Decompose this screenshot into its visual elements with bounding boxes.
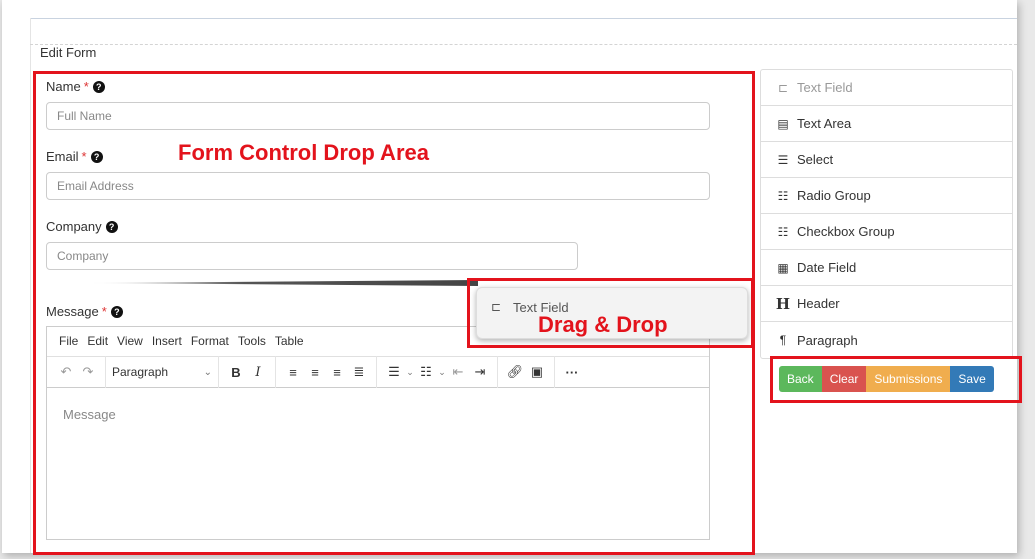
save-button[interactable]: Save [950,366,994,392]
menu-format[interactable]: Format [191,334,229,348]
block-format-select[interactable]: Paragraph ⌄ [112,359,212,385]
toolbar-divider [554,356,555,388]
palette-item-text-area[interactable]: ▤ Text Area [761,106,1012,142]
align-justify-icon[interactable]: ≣ [348,359,370,385]
email-label: Email * ? [46,149,103,164]
palette-item-header[interactable]: H Header [761,286,1012,322]
palette-item-label: Text Field [797,80,853,95]
undo-icon[interactable]: ↶ [55,359,77,385]
page-title: Edit Form [40,45,97,60]
menu-insert[interactable]: Insert [152,334,182,348]
select-icon: ☰ [777,152,789,167]
palette-item-label: Select [797,152,834,167]
name-label: Name * ? [46,79,105,94]
palette-item-label: Text Area [797,116,852,131]
palette-item-select[interactable]: ☰ Select [761,142,1012,178]
required-marker: * [83,79,89,94]
palette-item-label: Checkbox Group [797,224,895,239]
palette-item-text-field[interactable]: ⊏ Text Field [761,70,1012,106]
menu-table[interactable]: Table [275,334,304,348]
email-input[interactable] [46,172,710,200]
menu-edit[interactable]: Edit [87,334,108,348]
image-icon[interactable]: ▣ [526,359,548,385]
palette-item-date-field[interactable]: ▦ Date Field [761,250,1012,286]
name-input[interactable] [46,102,710,130]
chevron-down-icon[interactable]: ⌄ [437,359,447,385]
toolbar-divider [275,356,276,388]
palette-item-label: Paragraph [797,332,858,348]
back-button[interactable]: Back [779,366,822,392]
control-palette: ⊏ Text Field ▤ Text Area ☰ Select ☷ Radi… [760,69,1013,359]
menu-view[interactable]: View [117,334,143,348]
help-icon[interactable]: ? [110,305,123,318]
redo-icon[interactable]: ↷ [77,359,99,385]
company-label-text: Company [46,219,102,234]
required-marker: * [101,304,107,319]
block-format-value: Paragraph [112,365,169,379]
checkbox-group-icon: ☷ [777,224,789,239]
drop-area-annotation: Form Control Drop Area [178,140,429,165]
toolbar-divider [376,356,377,388]
top-border [30,18,1017,19]
indent-icon[interactable]: ⇥ [469,359,491,385]
title-divider [30,44,1017,45]
left-border [30,18,31,553]
editor-content-placeholder[interactable]: Message [63,407,116,422]
toolbar-divider [105,356,106,388]
help-icon[interactable]: ? [105,220,118,233]
palette-item-paragraph[interactable]: ¶ Paragraph [761,322,1012,358]
align-left-icon[interactable]: ≡ [282,359,304,385]
calendar-icon: ▦ [777,260,789,275]
bold-icon[interactable]: B [225,359,247,385]
help-icon[interactable]: ? [90,150,103,163]
radio-group-icon: ☷ [777,188,789,203]
header-icon: H [775,294,791,313]
menu-tools[interactable]: Tools [238,334,266,348]
email-label-text: Email [46,149,79,164]
align-center-icon[interactable]: ≡ [304,359,326,385]
toolbar-divider [218,356,219,388]
chevron-down-icon: ⌄ [203,366,212,378]
toolbar-divider [497,356,498,388]
company-input[interactable] [46,242,578,270]
outdent-icon[interactable]: ⇤ [447,359,469,385]
italic-icon[interactable]: I [247,359,269,385]
palette-item-checkbox-group[interactable]: ☷ Checkbox Group [761,214,1012,250]
editor-toolbar: ↶ ↷ Paragraph ⌄ B I ≡ ≡ ≡ ≣ ☰ ⌄ ☷ ⌄ ⇤ ⇥ … [47,356,709,388]
required-marker: * [81,149,87,164]
palette-item-label: Date Field [797,260,857,275]
submissions-button[interactable]: Submissions [866,366,951,392]
text-area-icon: ▤ [777,116,789,131]
chevron-down-icon[interactable]: ⌄ [405,359,415,385]
numbered-list-icon[interactable]: ☷ [415,359,437,385]
more-icon[interactable]: ··· [561,359,583,385]
company-label: Company ? [46,219,118,234]
rich-text-editor: File Edit View Insert Format Tools Table… [46,326,710,540]
message-label: Message * ? [46,304,123,319]
paragraph-icon: ¶ [779,333,787,347]
align-right-icon[interactable]: ≡ [326,359,348,385]
palette-item-label: Header [797,296,840,311]
action-button-group: Back Clear Submissions Save [779,366,994,392]
text-field-icon: ⊏ [777,80,789,95]
drag-drop-annotation: Drag & Drop [538,312,668,337]
message-label-text: Message [46,304,99,319]
name-label-text: Name [46,79,81,94]
bullet-list-icon[interactable]: ☰ [383,359,405,385]
link-icon[interactable]: 🔗︎ [504,359,526,385]
palette-item-label: Radio Group [797,188,871,203]
palette-item-radio-group[interactable]: ☷ Radio Group [761,178,1012,214]
help-icon[interactable]: ? [92,80,105,93]
menu-file[interactable]: File [59,334,78,348]
clear-button[interactable]: Clear [821,366,867,392]
